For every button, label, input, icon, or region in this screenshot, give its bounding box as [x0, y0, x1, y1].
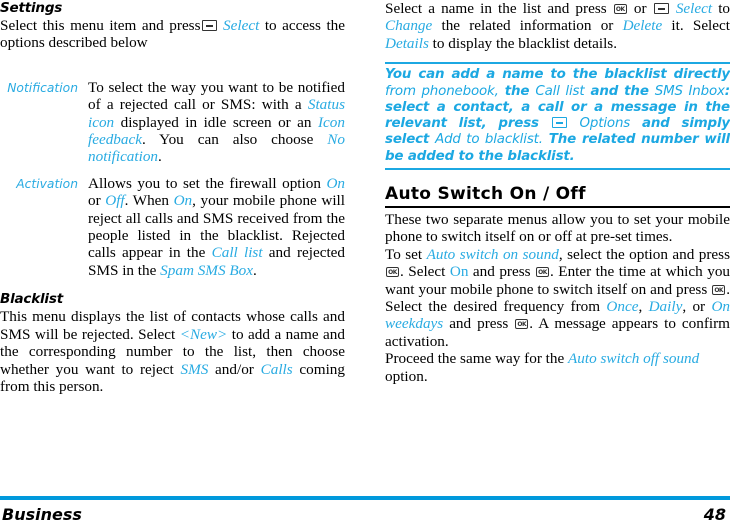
right-column: Select a name in the list and press OK o… [385, 0, 730, 385]
blacklist-cont-or: or [633, 0, 647, 17]
page-footer: Business 48 [0, 496, 730, 530]
desc-notification: To select the way you want to be notifie… [88, 79, 345, 166]
callout-seg-6: SMS Inbox [654, 83, 725, 99]
term-notification: Notification [7, 80, 78, 95]
ok-key-icon: OK [712, 284, 726, 295]
blacklist-paragraph: This menu displays the list of contacts … [0, 308, 345, 395]
inline-text: To select the way you want to be notifie… [88, 78, 345, 114]
auto-switch-paragraph-2: To set Auto switch on sound, select the … [385, 245, 730, 350]
delete-option-label: Delete [622, 17, 663, 35]
auto-switch-p2-text-3: . Select [400, 263, 446, 281]
left-column: Settings Select this menu item and press… [0, 0, 345, 395]
inline-text: . When [124, 192, 174, 210]
auto-switch-p2-text-2: , select the option and press [558, 245, 730, 263]
once-option-label: Once [606, 298, 639, 316]
inline-option-label: Spam SMS Box [160, 261, 253, 279]
auto-switch-p2-text-1: To set [385, 245, 423, 263]
inline-text: or [88, 192, 106, 210]
blacklist-cont-text-5: to display the blacklist details. [432, 34, 617, 52]
callout-options-label: Options [579, 116, 631, 132]
blacklist-cont-text-4: it. Select [671, 17, 730, 35]
daily-option-label: Daily [648, 298, 683, 316]
auto-switch-p2-text-7: and press [449, 315, 509, 333]
ok-key-icon: OK [536, 267, 550, 278]
soft-key-icon [653, 3, 669, 14]
manual-page: Settings Select this menu item and press… [0, 0, 730, 532]
ok-key-label: OK [714, 286, 724, 294]
ok-key-icon: OK [515, 319, 529, 330]
auto-switch-p3-text-1: Proceed the same way for the [385, 350, 565, 368]
settings-intro-paragraph: Select this menu item and press Select t… [0, 17, 345, 52]
inline-option-label: On [173, 192, 193, 210]
auto-switch-on-sound-label: Auto switch on sound [426, 245, 559, 263]
callout-seg-3: the [504, 83, 530, 99]
table-row: Notification To select the way you want … [0, 79, 345, 166]
auto-switch-p2-or: , or [682, 298, 706, 316]
footer-page-number: 48 [703, 505, 726, 524]
settings-intro-text-1: Select this menu item and press [0, 17, 201, 34]
footer-section-label: Business [2, 505, 82, 524]
auto-switch-heading: Auto Switch On / Off [385, 184, 586, 204]
auto-switch-off-sound-label: Auto switch off sound [568, 350, 700, 368]
ok-key-icon: OK [386, 267, 399, 278]
inline-text: . [252, 261, 257, 279]
inline-option-label: Calls [260, 360, 293, 378]
desc-activation: Allows you to set the firewall option On… [88, 175, 345, 279]
settings-heading: Settings [0, 0, 63, 16]
auto-switch-p2-text-4: and press [472, 263, 531, 281]
term-activation: Activation [16, 176, 78, 191]
inline-option-label: On [326, 174, 345, 192]
blacklist-cont-text-1: Select a name in the list and press [385, 0, 607, 17]
table-row-spacer [0, 166, 345, 175]
blacklist-cont-text-2: to [718, 0, 730, 17]
table-row: Activation Allows you to set the firewal… [0, 175, 345, 279]
soft-key-icon [201, 20, 217, 31]
callout-seg-5: and the [590, 83, 649, 99]
ok-key-label: OK [538, 269, 547, 277]
callout-seg-4: Call list [535, 83, 585, 99]
details-option-label: Details [385, 34, 429, 52]
soft-key-icon [551, 117, 567, 129]
ok-key-icon: OK [613, 4, 627, 14]
settings-definition-table: Notification To select the way you want … [0, 79, 345, 279]
inline-option-label: Call list [211, 244, 263, 262]
inline-option-label: <New> [179, 325, 228, 343]
blacklist-heading: Blacklist [0, 291, 63, 308]
blacklist-continued-paragraph: Select a name in the list and press OK o… [385, 0, 730, 52]
inline-text: Allows you to set the firewall option [88, 174, 327, 192]
inline-text: . [158, 148, 162, 166]
ok-key-label: OK [517, 321, 527, 329]
blacklist-cont-text-3: the related information or [441, 17, 614, 35]
inline-text: and/or [208, 360, 261, 378]
callout-add-to-blacklist-label: Add to blacklist. [435, 132, 543, 148]
heading-rule [385, 206, 730, 208]
auto-switch-paragraph-3: Proceed the same way for the Auto switch… [385, 350, 730, 385]
change-option-label: Change [385, 17, 433, 35]
ok-key-label: OK [615, 6, 625, 13]
inline-text: displayed in idle screen or an [114, 113, 318, 131]
inline-text: . You can also choose [141, 131, 328, 149]
select-softkey-label: Select [675, 0, 713, 17]
callout-seg-2: from phonebook, [385, 83, 499, 99]
inline-option-label: SMS [180, 360, 209, 378]
tip-callout-text: You can add a name to the blacklist dire… [385, 67, 730, 165]
ok-key-label: OK [388, 269, 397, 277]
callout-seg-1: You can add a name to the blacklist dire… [385, 67, 730, 83]
auto-switch-paragraph-1: These two separate menus allow you to se… [385, 211, 730, 246]
inline-option-label: Off [105, 192, 125, 210]
select-softkey-label: Select [223, 17, 260, 34]
tip-callout: You can add a name to the blacklist dire… [385, 62, 730, 170]
auto-switch-p3-text-2: option. [385, 367, 428, 385]
on-option-label: On [449, 263, 469, 281]
footer-rule [0, 496, 730, 500]
